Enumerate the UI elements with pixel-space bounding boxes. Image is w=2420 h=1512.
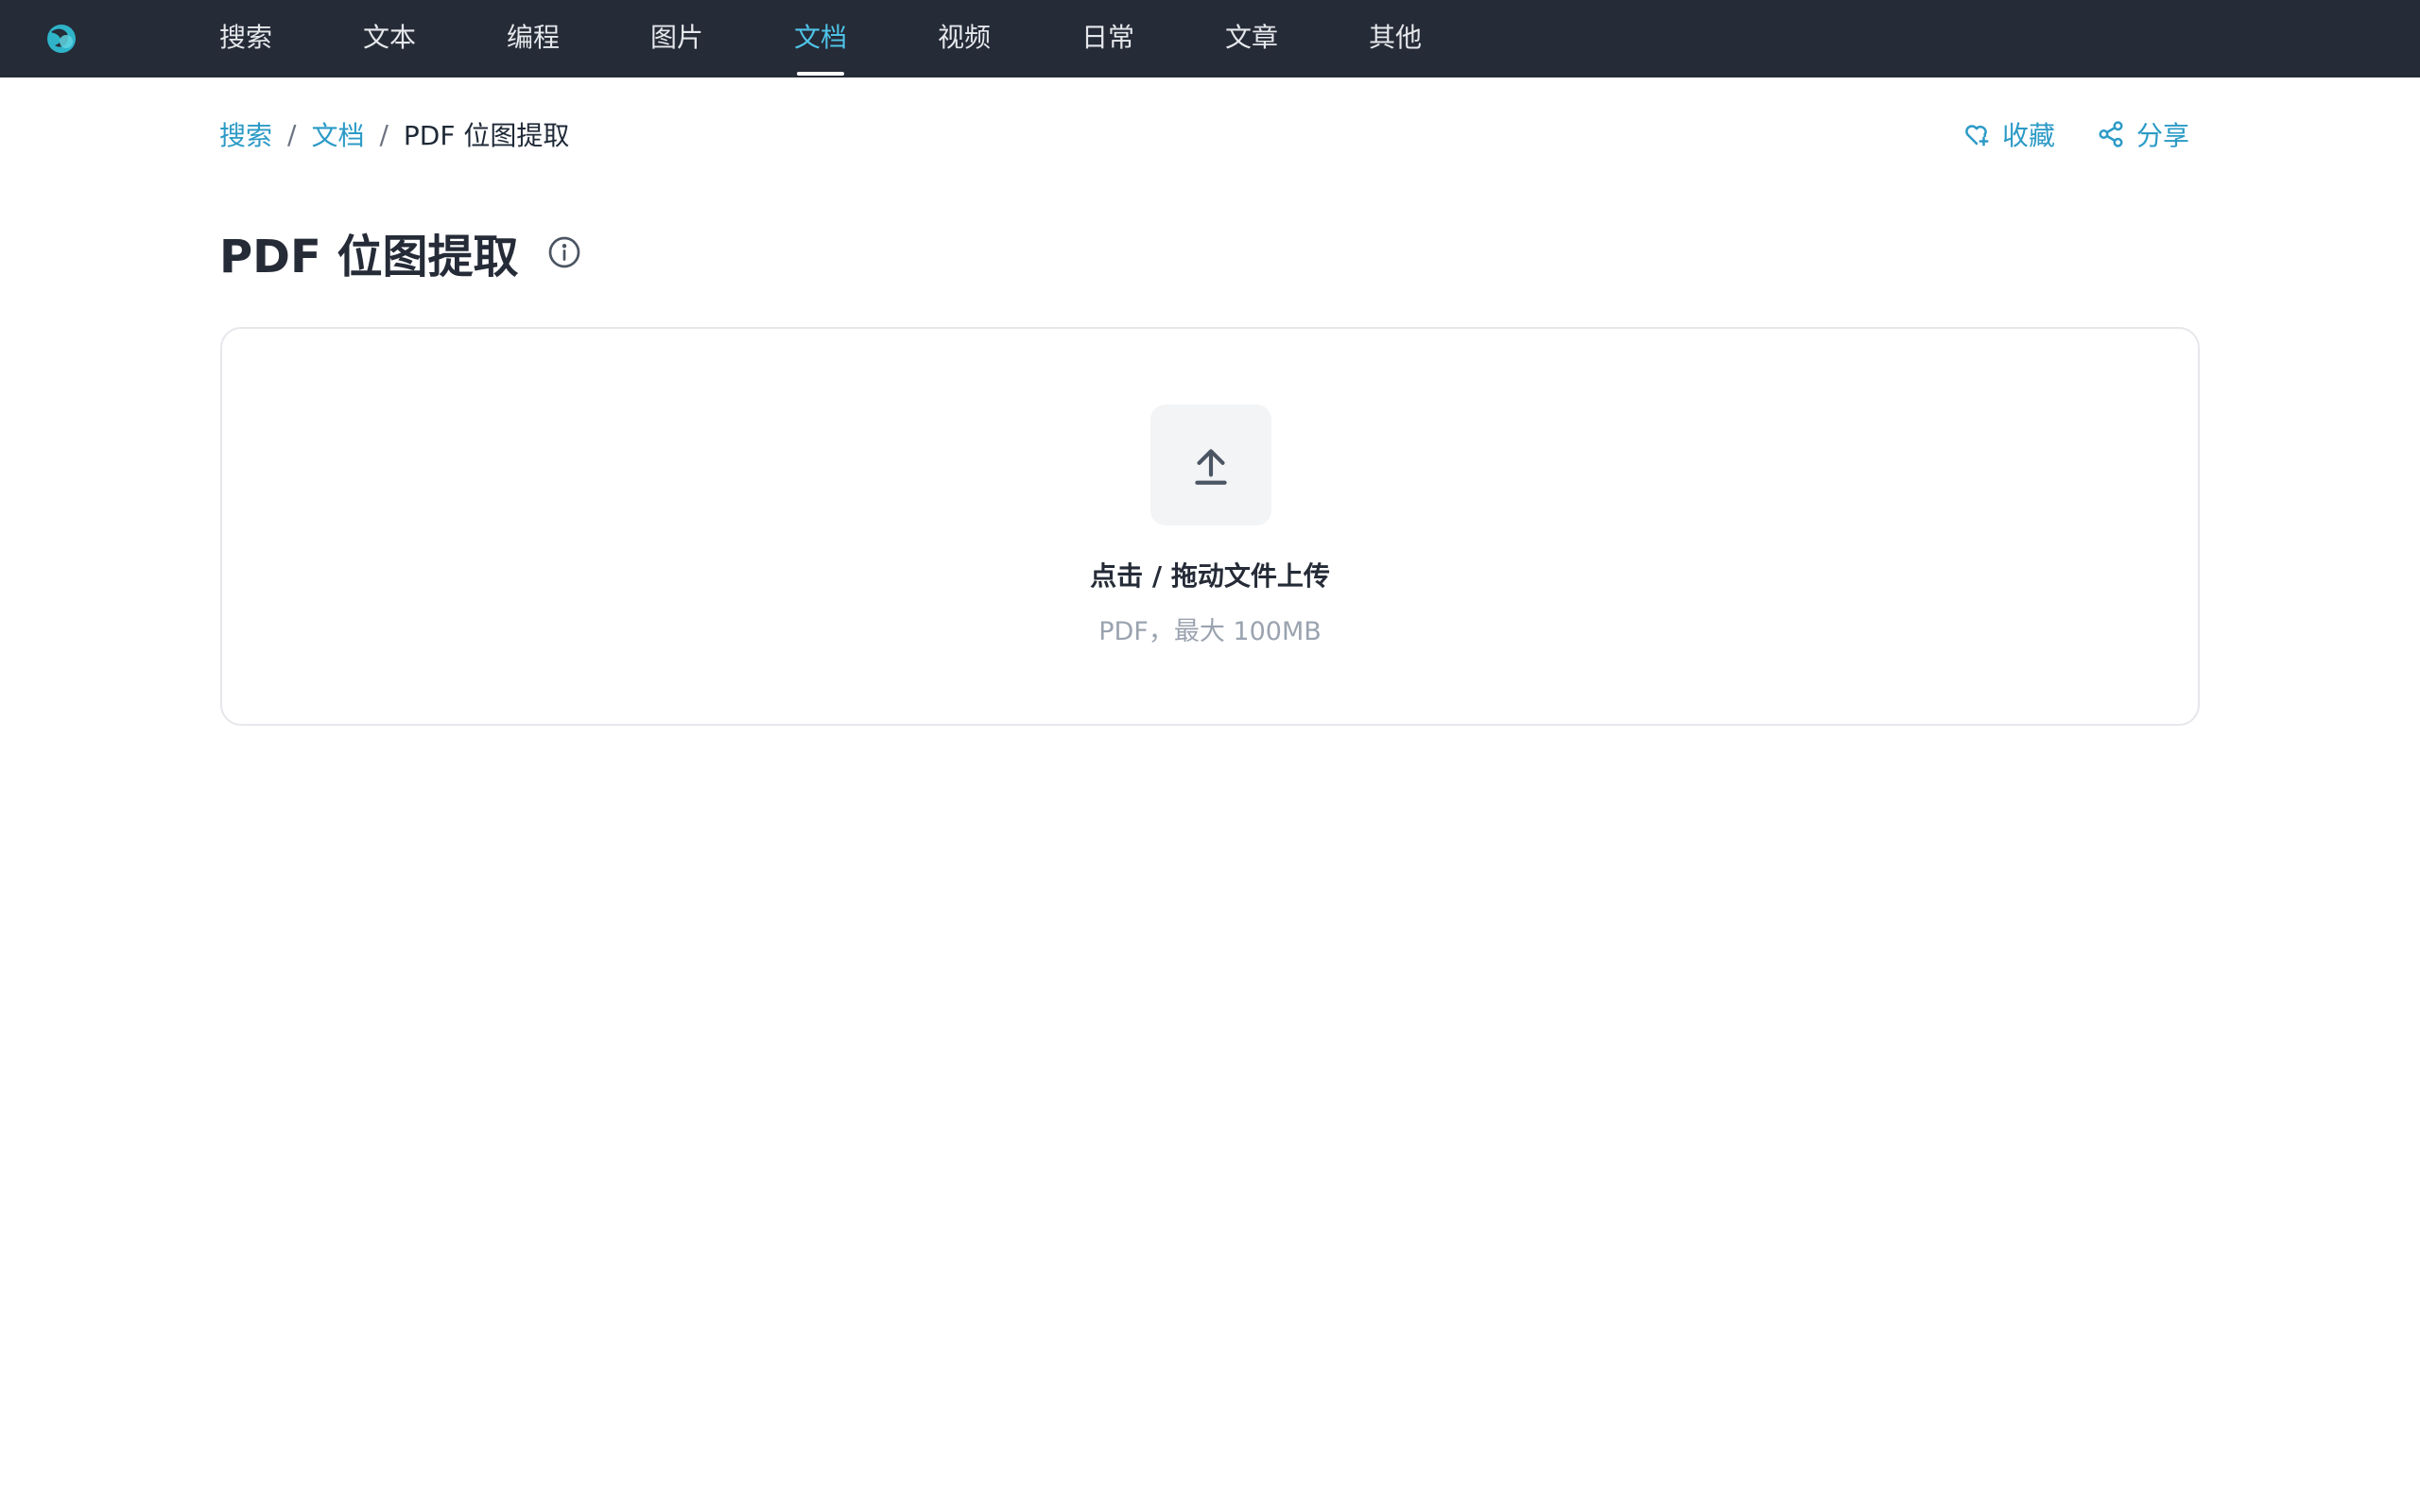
breadcrumb-link-search[interactable]: 搜索 — [219, 115, 272, 153]
breadcrumb: 搜索 / 文档 / PDF 位图提取 — [219, 113, 569, 155]
share-label: 分享 — [2135, 120, 2189, 151]
breadcrumb-current: PDF 位图提取 — [403, 120, 570, 151]
upload-dropzone[interactable]: 点击 / 拖动文件上传 PDF，最大 100MB — [220, 327, 2200, 726]
favorite-button[interactable]: 收藏 — [1962, 115, 2055, 153]
nav-item-documents[interactable]: 文档 — [794, 0, 847, 77]
share-icon — [2099, 121, 2123, 147]
nav-item-search[interactable]: 搜索 — [219, 0, 272, 77]
site-logo-icon[interactable] — [43, 21, 79, 57]
share-button[interactable]: 分享 — [2097, 115, 2189, 153]
upload-icon-box — [1150, 404, 1271, 525]
info-circle-icon[interactable] — [547, 235, 581, 269]
breadcrumb-separator: / — [287, 118, 297, 150]
nav-item-video[interactable]: 视频 — [938, 0, 991, 77]
upload-arrow-icon — [1195, 449, 1227, 485]
page-actions: 收藏 分享 — [1962, 113, 2189, 155]
nav-active-indicator — [797, 72, 844, 76]
nav-item-articles[interactable]: 文章 — [1225, 0, 1278, 77]
upload-title: 点击 / 拖动文件上传 — [1090, 560, 1330, 592]
heart-plus-icon — [1965, 125, 1989, 146]
nav-item-daily[interactable]: 日常 — [1081, 0, 1134, 77]
nav-item-text[interactable]: 文本 — [363, 0, 416, 77]
nav-item-programming[interactable]: 编程 — [507, 0, 560, 77]
breadcrumb-link-documents[interactable]: 文档 — [311, 115, 364, 153]
upload-hint: PDF，最大 100MB — [1098, 617, 1322, 646]
nav-item-other[interactable]: 其他 — [1369, 0, 1422, 77]
page-title: PDF 位图提取 — [219, 231, 519, 284]
top-nav-bar: 搜索 文本 编程 图片 文档 视频 日常 文章 其他 — [0, 0, 2420, 77]
favorite-label: 收藏 — [2001, 120, 2055, 151]
breadcrumb-separator: / — [379, 118, 389, 150]
nav-item-images[interactable]: 图片 — [650, 0, 703, 77]
page-title-row: PDF 位图提取 — [219, 219, 581, 285]
